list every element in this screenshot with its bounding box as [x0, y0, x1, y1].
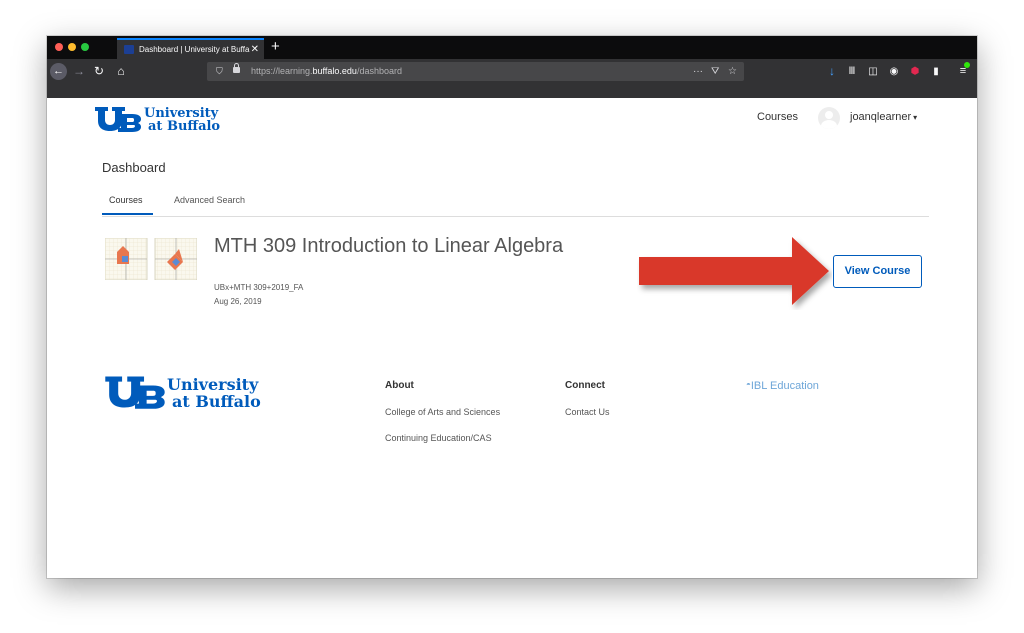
footer-link-contact-us[interactable]: Contact Us	[565, 407, 610, 417]
page-content: University at Buffalo Courses joanqlearn…	[47, 98, 977, 578]
ibl-logo-text: IBL Education	[750, 380, 819, 392]
minimize-window-button[interactable]	[68, 43, 76, 51]
downloads-icon[interactable]: ↓	[826, 59, 838, 84]
pocket-icon[interactable]: ⛛	[711, 62, 719, 81]
course-start-date: Aug 26, 2019	[214, 297, 262, 306]
user-avatar[interactable]	[818, 107, 840, 129]
tab-advanced-search[interactable]: Advanced Search	[174, 195, 245, 205]
account-icon[interactable]: ◉	[887, 59, 901, 84]
address-bar[interactable]: ⛉ https://learning.buffalo.edu/dashboard…	[207, 62, 744, 81]
page-actions-icon[interactable]: ···	[693, 62, 703, 81]
footer-link-arts-sciences[interactable]: College of Arts and Sciences	[385, 407, 500, 417]
footer-ub-logo[interactable]: University at Buffalo	[104, 375, 264, 411]
ub-logo-mark-icon	[105, 376, 165, 409]
chevron-down-icon: ▾	[913, 113, 918, 122]
footer-connect-heading: Connect	[565, 380, 605, 391]
tracking-shield-icon[interactable]: ⛉	[216, 62, 223, 81]
ub-logo-mark-icon	[95, 107, 141, 132]
library-icon[interactable]: Ⅲ	[845, 59, 859, 84]
annotation-arrow	[639, 237, 829, 305]
active-tab-indicator	[102, 213, 153, 215]
ub-favicon-icon	[124, 45, 134, 54]
header-courses-link[interactable]: Courses	[757, 111, 798, 123]
url-text[interactable]: https://learning.buffalo.edu/dashboard	[251, 62, 402, 81]
lock-icon[interactable]	[233, 63, 240, 73]
back-arrow-icon[interactable]: ←	[50, 63, 67, 80]
browser-window: Dashboard | University at Buffa ✕ + ← → …	[47, 36, 977, 578]
ibl-education-logo[interactable]: ◓IBL Education	[746, 380, 819, 392]
forward-arrow-icon[interactable]: →	[72, 59, 86, 84]
page-title: Dashboard	[102, 160, 166, 175]
course-thumbnail-image[interactable]	[105, 238, 197, 280]
username: joanqlearner	[850, 111, 912, 123]
course-code: UBx+MTH 309+2019_FA	[214, 283, 304, 292]
tab-title: Dashboard | University at Buffa	[139, 45, 250, 54]
close-tab-icon[interactable]: ✕	[251, 40, 259, 59]
new-tab-button[interactable]: +	[271, 37, 280, 57]
tab-bar: Dashboard | University at Buffa ✕ +	[47, 36, 977, 59]
reader-extension-icon[interactable]: ▮	[929, 59, 943, 84]
home-icon[interactable]: ⌂	[114, 59, 128, 84]
browser-tab[interactable]: Dashboard | University at Buffa ✕	[117, 38, 264, 59]
footer-logo-text-line1: University	[167, 375, 259, 394]
sidebar-icon[interactable]: ◫	[866, 59, 880, 84]
dashboard-tabs: Courses Advanced Search	[102, 195, 929, 217]
toolbar-strip	[47, 84, 977, 98]
footer-about-heading: About	[385, 380, 414, 391]
close-window-button[interactable]	[55, 43, 63, 51]
footer-link-continuing-education[interactable]: Continuing Education/CAS	[385, 433, 492, 443]
user-menu-toggle[interactable]: joanqlearner ▾	[850, 111, 917, 123]
navigation-toolbar: ← → ↻ ⌂ ⛉ https://learning.buffalo.edu/d…	[47, 59, 977, 84]
ublock-extension-icon[interactable]: ⬢	[908, 59, 922, 84]
maximize-window-button[interactable]	[81, 43, 89, 51]
reload-icon[interactable]: ↻	[92, 59, 106, 84]
view-course-button[interactable]: View Course	[833, 255, 922, 288]
footer-logo-text-line2: at Buffalo	[172, 392, 261, 411]
header-ub-logo[interactable]: University at Buffalo	[94, 106, 224, 134]
update-badge-icon	[964, 62, 970, 68]
logo-text-line2: at Buffalo	[148, 119, 221, 134]
tab-courses[interactable]: Courses	[109, 195, 143, 205]
bookmark-star-icon[interactable]: ☆	[728, 62, 737, 81]
course-title[interactable]: MTH 309 Introduction to Linear Algebra	[214, 235, 563, 258]
